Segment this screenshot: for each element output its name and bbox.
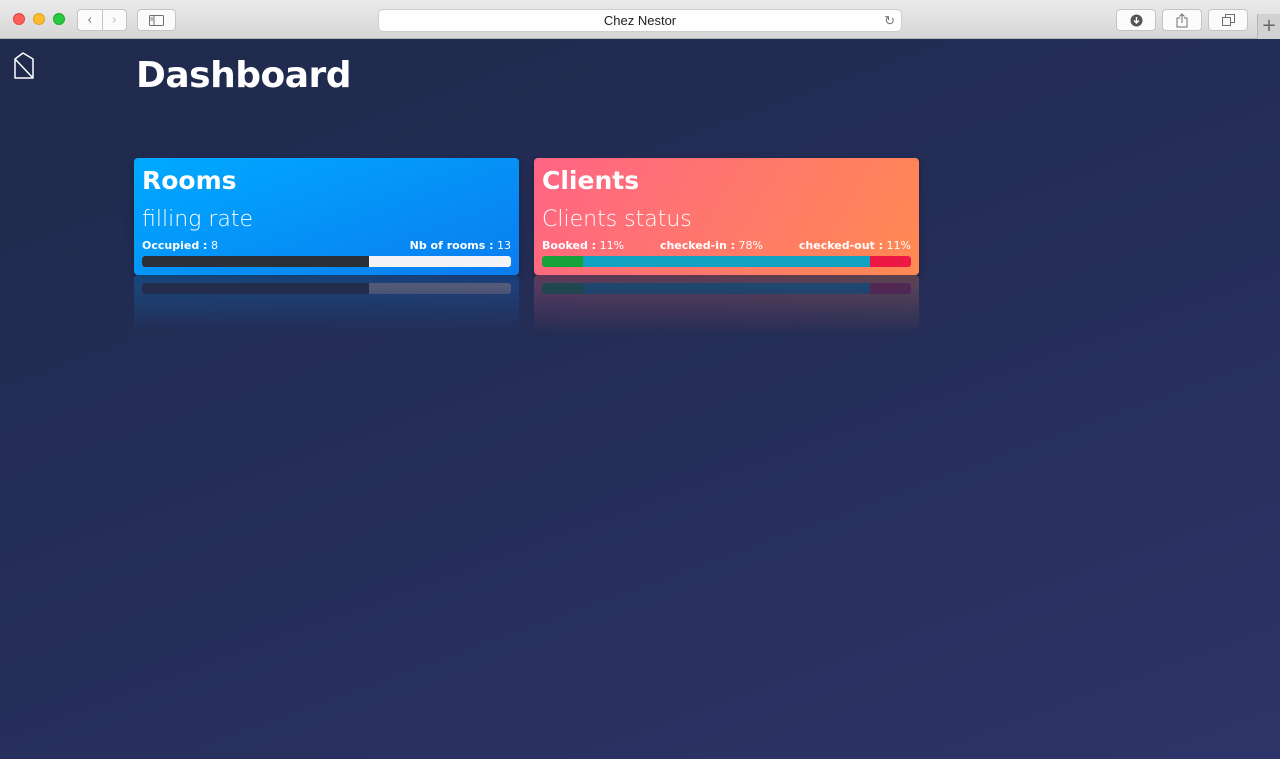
total-rooms-value: 13 [497,239,511,252]
tabs-icon [1221,14,1235,26]
filling-rate-fill [142,256,369,267]
chevron-left-icon: ‹ [87,12,93,28]
checked-in-value: 78% [738,239,763,252]
checked-out-segment [870,256,911,267]
clients-card-subtitle: Clients status [542,207,692,232]
back-button[interactable]: ‹ [78,10,102,30]
close-window-button[interactable] [13,13,25,25]
share-icon [1176,12,1188,27]
downloads-button[interactable] [1116,9,1156,31]
occupied-label: Occupied : [142,239,208,252]
booked-value: 11% [599,239,625,252]
page-title: Dashboard [136,55,352,96]
occupied-value: 8 [210,239,218,252]
reflection-fade [134,275,519,335]
checked-in-label: checked-in : [659,239,736,252]
page: Dashboard Rooms filling rate Occupied : … [0,39,1280,759]
app-logo[interactable] [12,52,36,84]
checked-in-segment [582,256,871,267]
sidebar-toggle-button[interactable] [137,9,176,31]
logo-icon [14,52,34,79]
total-rooms-stat: Nb of rooms : 13 [410,239,511,253]
rooms-stats: Occupied : 8 Nb of rooms : 13 [142,239,511,253]
sidebar-icon [149,14,164,26]
clients-stats: Booked : 11% checked-in : 78% checked-ou… [542,239,911,253]
occupied-stat: Occupied : 8 [142,239,218,253]
share-button[interactable] [1162,9,1202,31]
clients-card-title: Clients [542,166,640,195]
total-rooms-label: Nb of rooms : [409,239,494,252]
chevron-right-icon: › [111,12,117,28]
checked-in-stat: checked-in : 78% [660,239,763,253]
address-bar[interactable]: Chez Nestor ↻ [378,9,902,32]
show-tabs-button[interactable] [1208,9,1248,31]
clients-card[interactable]: Clients Clients status Booked : 11% chec… [534,158,919,275]
new-tab-button[interactable]: + [1257,14,1280,39]
navigation-buttons: ‹ › [77,9,127,31]
checked-out-label: checked-out : [798,239,884,252]
page-title-text: Chez Nestor [603,13,677,28]
checked-out-value: 11% [886,239,911,252]
reflection-fade [534,275,919,335]
rooms-card-reflection [134,275,519,335]
maximize-window-button[interactable] [53,13,65,25]
booked-stat: Booked : 11% [542,239,624,253]
booked-label: Booked : [542,239,597,252]
checked-out-stat: checked-out : 11% [799,239,911,253]
forward-button[interactable]: › [101,10,127,30]
rooms-card-title: Rooms [142,166,237,195]
booked-segment [542,256,583,267]
browser-toolbar: ‹ › Chez Nestor ↻ + [0,0,1280,39]
rooms-card[interactable]: Rooms filling rate Occupied : 8 Nb of ro… [134,158,519,275]
clients-card-reflection [534,275,919,335]
minimize-window-button[interactable] [33,13,45,25]
rooms-card-subtitle: filling rate [142,207,254,232]
download-icon [1130,14,1142,26]
reload-icon[interactable]: ↻ [884,10,895,31]
filling-rate-bar [142,256,511,267]
clients-status-bar [542,256,911,267]
